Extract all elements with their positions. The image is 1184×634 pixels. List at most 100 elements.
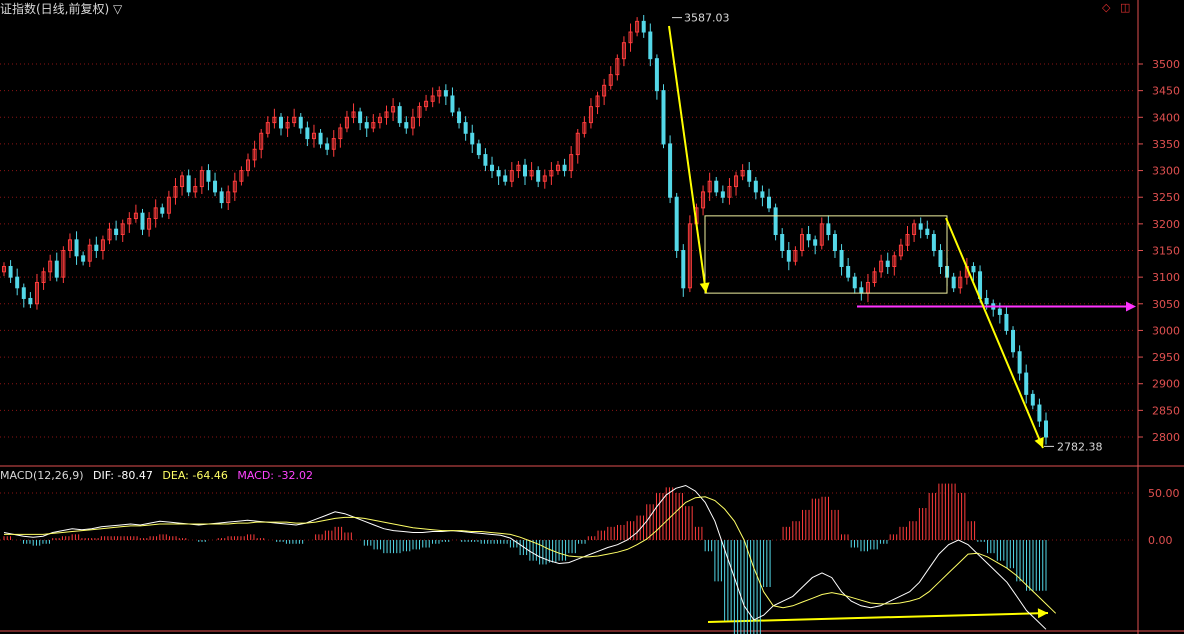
y-tick-label: 3300 — [1152, 165, 1180, 178]
candle-body — [140, 212, 145, 230]
candle-body — [971, 265, 976, 273]
candle-body — [773, 207, 778, 236]
candle-body — [81, 255, 86, 262]
candle-body — [648, 31, 653, 60]
y-tick-label: 3500 — [1152, 58, 1180, 71]
macd-value: MACD: -32.02 — [237, 469, 313, 482]
candle-body — [28, 297, 33, 305]
candle-body — [94, 244, 99, 252]
candle-body — [767, 196, 772, 209]
y-tick-label: 3050 — [1152, 298, 1180, 311]
candle-body — [490, 164, 495, 172]
dif-line — [3, 484, 1047, 630]
candle-body — [1004, 313, 1009, 331]
candle-body — [457, 111, 462, 124]
candle-body — [536, 170, 541, 182]
candle-body — [681, 250, 686, 289]
candle-body — [463, 122, 468, 134]
kline-chart[interactable]: 3500 3450 3400 3350 3300 3250 3200 3150 3100 3050… — [0, 0, 1184, 634]
drop-arrow-1 — [668, 25, 707, 294]
macd-legend: MACD(12,26,9) DIF: -80.47 DEA: -64.46 MA… — [0, 469, 319, 482]
candle-body — [213, 180, 218, 193]
macd-params: MACD(12,26,9) — [0, 469, 84, 482]
candle-body — [747, 170, 752, 182]
y-tick-label: 2950 — [1152, 351, 1180, 364]
candle-body — [806, 234, 811, 241]
candle-body — [641, 20, 646, 33]
candle-body — [846, 265, 851, 278]
candle-body — [8, 265, 13, 278]
candle-body — [470, 132, 475, 145]
candle-body — [21, 287, 26, 299]
candle-body — [186, 175, 191, 193]
candle-body — [661, 90, 666, 145]
candle-body — [358, 111, 363, 124]
candle-body — [832, 234, 837, 251]
y-tick-label: 3250 — [1152, 191, 1180, 204]
drop-arrow-2 — [945, 217, 1044, 449]
candle-body — [1037, 404, 1042, 422]
support-arrow-head — [1126, 301, 1136, 312]
candle-body — [786, 250, 791, 262]
y-tick-label: 3100 — [1152, 271, 1180, 284]
chart-title: 证指数(日线,前复权) ▽ — [0, 2, 123, 16]
macd-tick-label: 50.00 — [1148, 487, 1180, 500]
y-tick-label: 3200 — [1152, 218, 1180, 231]
candle-body — [668, 143, 673, 198]
candle-body — [325, 143, 330, 150]
candle-body — [206, 170, 211, 182]
candle-body — [523, 164, 527, 177]
candle-body — [951, 276, 956, 289]
y-tick-label: 3350 — [1152, 138, 1180, 151]
candle-body — [753, 180, 758, 193]
diamond-icon[interactable]: ◇ — [1102, 1, 1110, 14]
candle-body — [160, 207, 165, 214]
candle-body — [714, 180, 719, 193]
high-label: 3587.03 — [684, 12, 730, 25]
dif-value: DIF: -80.47 — [93, 469, 153, 482]
y-tick-label: 3450 — [1152, 85, 1180, 98]
candle-body — [654, 58, 659, 92]
candle-body — [720, 191, 725, 198]
candle-body — [364, 122, 369, 129]
candle-body — [15, 276, 20, 289]
candle-body — [1011, 329, 1016, 353]
candle-body — [925, 228, 930, 236]
y-tick-label: 2800 — [1152, 431, 1180, 444]
candle-body — [503, 175, 508, 182]
macd-tick-label: 0.00 — [1148, 534, 1173, 547]
y-tick-label: 3000 — [1152, 324, 1180, 337]
candle-body — [931, 234, 936, 251]
macd-divergence-arrow-head — [1037, 608, 1048, 619]
y-tick-label: 3150 — [1152, 245, 1180, 258]
candle-body — [984, 297, 989, 305]
y-tick-label: 3400 — [1152, 111, 1180, 124]
candle-body — [219, 191, 224, 204]
dea-value: DEA: -64.46 — [162, 469, 228, 482]
candle-body — [443, 90, 448, 97]
candle-body — [885, 260, 890, 267]
candle-body — [298, 116, 303, 129]
candle-body — [1044, 420, 1048, 438]
candle-body — [450, 95, 455, 113]
chart-window: 3500 3450 3400 3350 3300 3250 3200 3150 3100 3050… — [0, 0, 1184, 634]
candle-body — [997, 308, 1002, 315]
candle-body — [674, 196, 679, 251]
candle-body — [496, 170, 501, 177]
candle-body — [760, 191, 765, 198]
candle-body — [859, 287, 864, 294]
candle-body — [114, 228, 119, 236]
consolidation-box — [704, 215, 948, 294]
candle-body — [483, 154, 488, 166]
candle-body — [476, 143, 481, 156]
candle-body — [826, 223, 831, 236]
candle-body — [1030, 393, 1035, 406]
candle-body — [780, 234, 785, 251]
low-label: 2782.38 — [1057, 440, 1103, 453]
candle-body — [397, 106, 402, 124]
y-tick-label: 2900 — [1152, 378, 1180, 391]
window-icon[interactable]: ◫ — [1120, 1, 1130, 14]
candle-body — [305, 127, 310, 140]
candle-body — [813, 239, 818, 246]
candle-body — [918, 223, 923, 230]
